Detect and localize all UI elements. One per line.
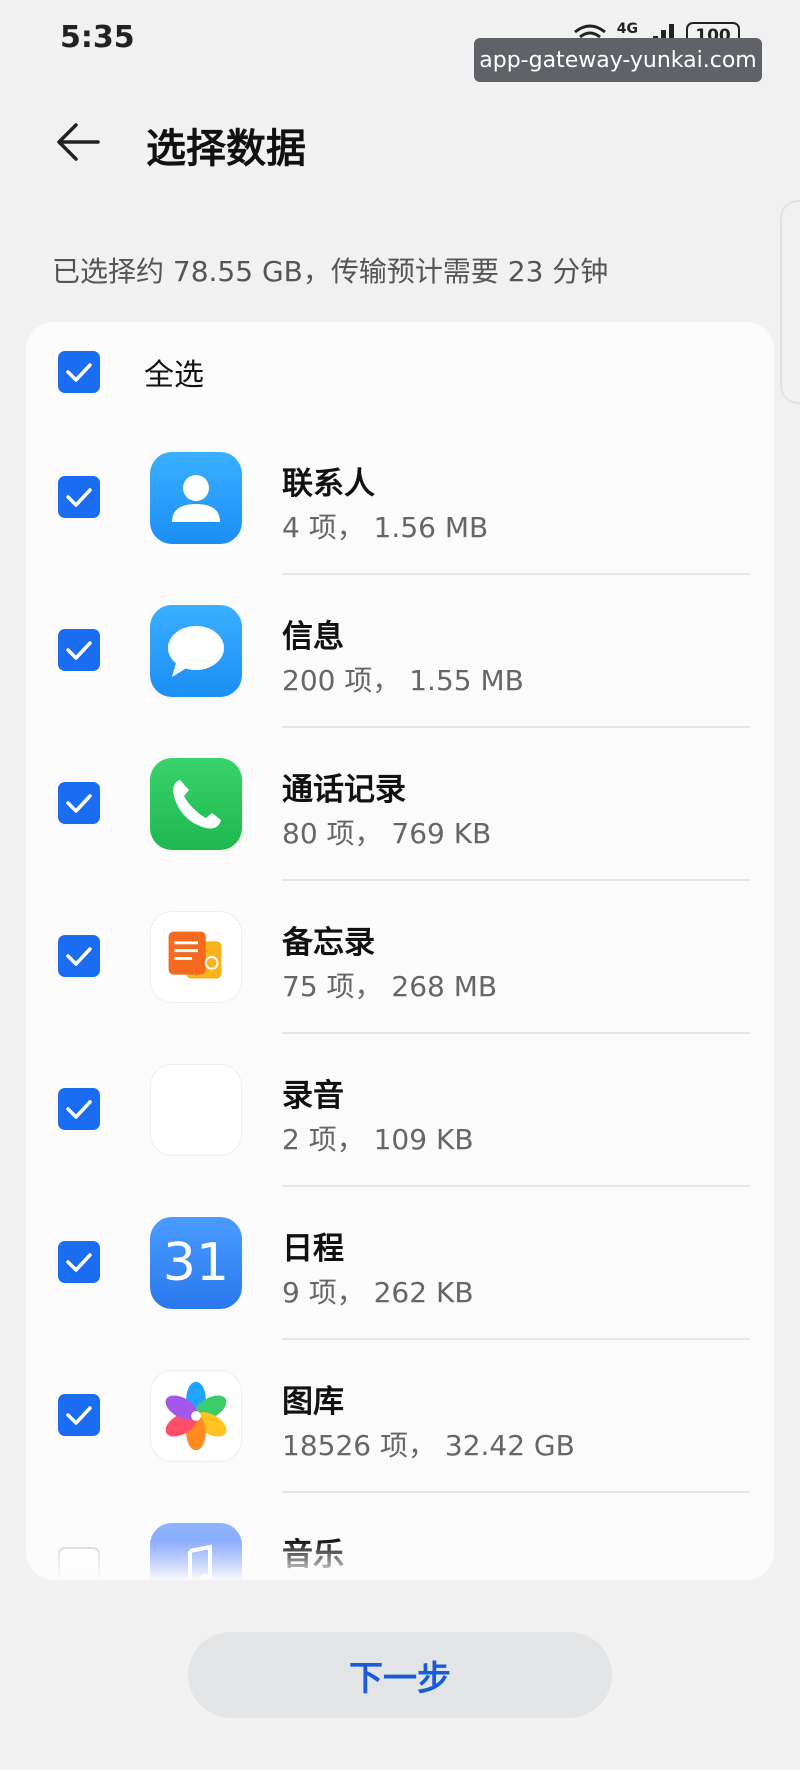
select-all-row[interactable]: 全选 [58, 350, 204, 394]
item-meta: 2 项， 109 KB [282, 1123, 474, 1156]
item-meta: 9 项， 262 KB [282, 1276, 474, 1309]
item-checkbox[interactable] [58, 782, 100, 824]
list-item-messages[interactable]: 信息 200 项， 1.55 MB [26, 575, 774, 728]
item-meta: 75 项， 268 MB [282, 970, 498, 1003]
item-name: 图库 [282, 1384, 344, 1420]
scroll-fade [26, 1540, 774, 1580]
check-icon [66, 488, 92, 507]
check-icon [66, 947, 92, 966]
list-item-call-log[interactable]: 通话记录 80 项， 769 KB [26, 728, 774, 881]
calendar-icon: 31 [150, 1217, 242, 1309]
item-checkbox[interactable] [58, 1088, 100, 1130]
notes-icon [150, 911, 242, 1003]
item-meta: 200 项， 1.55 MB [282, 664, 524, 697]
item-name: 日程 [282, 1231, 344, 1267]
item-checkbox[interactable] [58, 1394, 100, 1436]
check-icon [66, 1406, 92, 1425]
item-name: 联系人 [282, 466, 375, 502]
back-button[interactable] [50, 114, 106, 170]
check-icon [66, 1100, 92, 1119]
check-icon [66, 794, 92, 813]
item-checkbox[interactable] [58, 476, 100, 518]
contacts-icon [150, 452, 242, 544]
check-icon [66, 1253, 92, 1272]
next-button[interactable]: 下一步 [188, 1632, 612, 1718]
list-item-calendar[interactable]: 31 日程 9 项， 262 KB [26, 1187, 774, 1340]
phone-icon [150, 758, 242, 850]
select-all-label: 全选 [144, 358, 204, 393]
item-name: 备忘录 [282, 925, 375, 961]
list-item-recorder[interactable]: 录音 2 项， 109 KB [26, 1034, 774, 1187]
item-name: 信息 [282, 619, 344, 655]
selection-summary: 已选择约 78.55 GB，传输预计需要 23 分钟 [52, 255, 609, 288]
item-meta: 4 项， 1.56 MB [282, 511, 489, 544]
gallery-icon [150, 1370, 242, 1462]
item-checkbox[interactable] [58, 935, 100, 977]
list-item-notes[interactable]: 备忘录 75 项， 268 MB [26, 881, 774, 1034]
item-checkbox[interactable] [58, 1241, 100, 1283]
check-icon [66, 641, 92, 660]
back-arrow-icon [57, 123, 100, 161]
edge-handle [780, 200, 800, 404]
status-time: 5:35 [60, 20, 135, 55]
network-type: 4G [616, 21, 638, 37]
recorder-icon [150, 1064, 242, 1156]
item-name: 通话记录 [282, 772, 406, 808]
item-name: 录音 [282, 1078, 344, 1114]
page-title: 选择数据 [146, 126, 306, 172]
list-item-gallery[interactable]: 图库 18526 项， 32.42 GB [26, 1340, 774, 1493]
item-meta: 18526 项， 32.42 GB [282, 1429, 575, 1462]
messages-icon [150, 605, 242, 697]
list-item-contacts[interactable]: 联系人 4 项， 1.56 MB [26, 422, 774, 575]
url-badge: app-gateway-yunkai.com [474, 38, 762, 82]
data-list-card: 全选 联系人 4 项， 1.56 MB 信息 200 项， 1.55 MB 通话… [26, 322, 774, 1580]
header: 选择数据 [0, 100, 800, 180]
select-all-checkbox[interactable] [58, 351, 100, 393]
check-icon [66, 363, 92, 382]
item-checkbox[interactable] [58, 629, 100, 671]
item-meta: 80 项， 769 KB [282, 817, 492, 850]
